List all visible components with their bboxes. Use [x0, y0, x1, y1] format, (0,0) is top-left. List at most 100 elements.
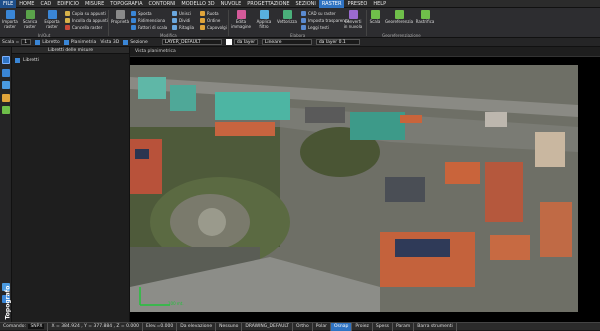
color-select-wrap: da layer	[224, 38, 260, 47]
polar-toggle[interactable]: Polar	[313, 322, 331, 331]
rotate-icon	[200, 10, 205, 16]
import-raster-button[interactable]: Importa raster	[2, 10, 18, 29]
paste-clipboard-button[interactable]: Incolla da appunti	[65, 17, 108, 23]
move-icon	[131, 10, 136, 16]
merge-icon	[172, 10, 177, 16]
scale-input[interactable]: 1	[21, 39, 32, 45]
folder-icon[interactable]	[2, 94, 10, 102]
rasterize-icon	[420, 10, 430, 19]
menu-edificio[interactable]: EDIFICIO	[54, 0, 82, 8]
lineweight-toggle[interactable]: Spess	[373, 322, 394, 331]
cad-on-raster-button[interactable]: CAD su raster	[301, 10, 336, 16]
download-raster-button[interactable]: Scarica raster	[20, 10, 40, 29]
delete-icon	[65, 24, 70, 30]
delete-raster-button[interactable]: Cancella raster	[65, 24, 102, 30]
lineweight-select-wrap: da layer 0.1	[314, 38, 362, 47]
order-button[interactable]: Ordine	[200, 17, 220, 23]
sezione-toggle[interactable]: Sezione	[121, 38, 150, 47]
status-bar: Comando: SNPX X = 384.924 , Y = 377.884 …	[0, 322, 600, 331]
move-button[interactable]: Sposta	[131, 10, 152, 16]
lineweight-select[interactable]: da layer 0.1	[315, 39, 360, 45]
rotate-button[interactable]: Ruota	[200, 10, 219, 16]
menu-help[interactable]: HELP	[370, 0, 389, 8]
sezione-icon	[123, 39, 129, 45]
vectorize-icon	[282, 10, 292, 19]
edit-image-icon	[236, 10, 246, 19]
book-icon	[15, 57, 20, 63]
osnap-toggle[interactable]: Osnap	[330, 322, 353, 331]
ribbon-separator	[366, 10, 367, 36]
scale-field: Scala = 1	[0, 38, 33, 47]
merge-button[interactable]: Unisci	[172, 10, 191, 16]
georeference-button[interactable]: Georeferenzia	[385, 10, 413, 25]
scale-factors-button[interactable]: Fattori di scala	[131, 24, 167, 30]
color-select[interactable]: da layer	[233, 39, 258, 45]
params-toggle[interactable]: Param	[393, 322, 415, 331]
menu-home[interactable]: HOME	[16, 0, 37, 8]
vista3d-toggle[interactable]: Vista 3D	[98, 38, 121, 47]
property-bar: Scala = 1 Libretto Planimetria Vista 3D …	[0, 38, 600, 47]
copy-icon	[65, 10, 70, 16]
resize-icon	[131, 17, 136, 23]
select-tool-icon[interactable]	[2, 56, 10, 64]
crop-button[interactable]: Ritaglia	[172, 24, 194, 30]
toolbar-toggle[interactable]: Barra strumenti	[414, 322, 457, 331]
ribbon: Importa raster Scarica raster Esporta ra…	[0, 8, 600, 38]
menu-raster[interactable]: RASTER	[318, 0, 345, 8]
menu-preseo[interactable]: PRESEO	[344, 0, 370, 8]
layer-select-wrap: LAYER_DEFAULT	[160, 38, 224, 47]
ortho-toggle[interactable]: Ortho	[293, 322, 313, 331]
libretti-tree-item[interactable]: Libretti	[12, 56, 129, 64]
planimetria-toggle[interactable]: Planimetria	[62, 38, 99, 47]
download-raster-icon	[25, 10, 35, 19]
linetype-select-wrap: Lineare	[260, 38, 314, 47]
menu-sezioni[interactable]: SEZIONI	[292, 0, 318, 8]
rasterize-button[interactable]: Rastrifica	[414, 10, 436, 25]
read-texts-button[interactable]: Leggi testi	[301, 24, 329, 30]
terrain-icon[interactable]	[2, 81, 10, 89]
transparency-icon	[301, 17, 306, 23]
libretto-toggle[interactable]: Libretto	[33, 38, 61, 47]
map-viewport[interactable]: 100 mt.	[130, 57, 600, 322]
menu-modello-3d[interactable]: MODELLO 3D	[178, 0, 217, 8]
menu-cad[interactable]: CAD	[37, 0, 54, 8]
scale-button[interactable]: Scala	[368, 10, 382, 25]
properties-button[interactable]: Proprietà	[111, 10, 129, 25]
menu-progettazione[interactable]: PROGETTAZIONE	[244, 0, 292, 8]
import-raster-icon	[5, 10, 15, 19]
menu-file[interactable]: FILE	[0, 0, 17, 8]
linetype-select[interactable]: Lineare	[261, 39, 312, 45]
crop-icon	[172, 24, 177, 30]
command-line[interactable]: Comando: SNPX	[0, 322, 49, 331]
split-button[interactable]: Dividi	[172, 17, 190, 23]
order-icon	[200, 17, 205, 23]
scale-bar-label: 100 mt.	[168, 301, 184, 306]
elevation-mode[interactable]: Da elevazione	[177, 322, 217, 331]
menu-bar: FILE HOME CAD EDIFICIO MISURE TOPOGRAFIA CONTO…	[0, 0, 600, 8]
vectorize-button[interactable]: Vettorizza	[276, 10, 298, 25]
command-input[interactable]: SNPX	[28, 323, 45, 329]
projection-toggle[interactable]: Proiez	[352, 322, 373, 331]
drawing-layer[interactable]: DRAWING_DEFAULT	[242, 322, 294, 331]
scale-icon	[370, 10, 380, 19]
apply-filter-button[interactable]: Applica filtro	[254, 10, 274, 29]
layer-select[interactable]: LAYER_DEFAULT	[161, 39, 222, 45]
ribbon-separator	[108, 10, 109, 36]
constraint-mode[interactable]: Nessuno	[216, 322, 243, 331]
planimetria-icon	[63, 39, 69, 45]
menu-misure[interactable]: MISURE	[82, 0, 107, 8]
flip-button[interactable]: Capovolgi	[200, 24, 227, 30]
copy-clipboard-button[interactable]: Copia su appunti	[65, 10, 106, 16]
view-title: Vista planimetrica	[135, 49, 176, 54]
export-raster-button[interactable]: Esporta raster	[43, 10, 61, 29]
read-texts-icon	[301, 24, 306, 30]
georeference-icon	[394, 10, 404, 19]
menu-contorni[interactable]: CONTORNI	[146, 0, 179, 8]
survey-icon[interactable]	[2, 69, 10, 77]
convert-cloud-button[interactable]: Converti in nuvola	[343, 10, 363, 29]
menu-topografia[interactable]: TOPOGRAFIA	[107, 0, 145, 8]
edit-image-button[interactable]: Edita immagine	[230, 10, 252, 29]
menu-nuvole[interactable]: NUVOLE	[218, 0, 245, 8]
resize-button[interactable]: Ridimensiona	[131, 17, 165, 23]
layers-icon[interactable]	[2, 106, 10, 114]
